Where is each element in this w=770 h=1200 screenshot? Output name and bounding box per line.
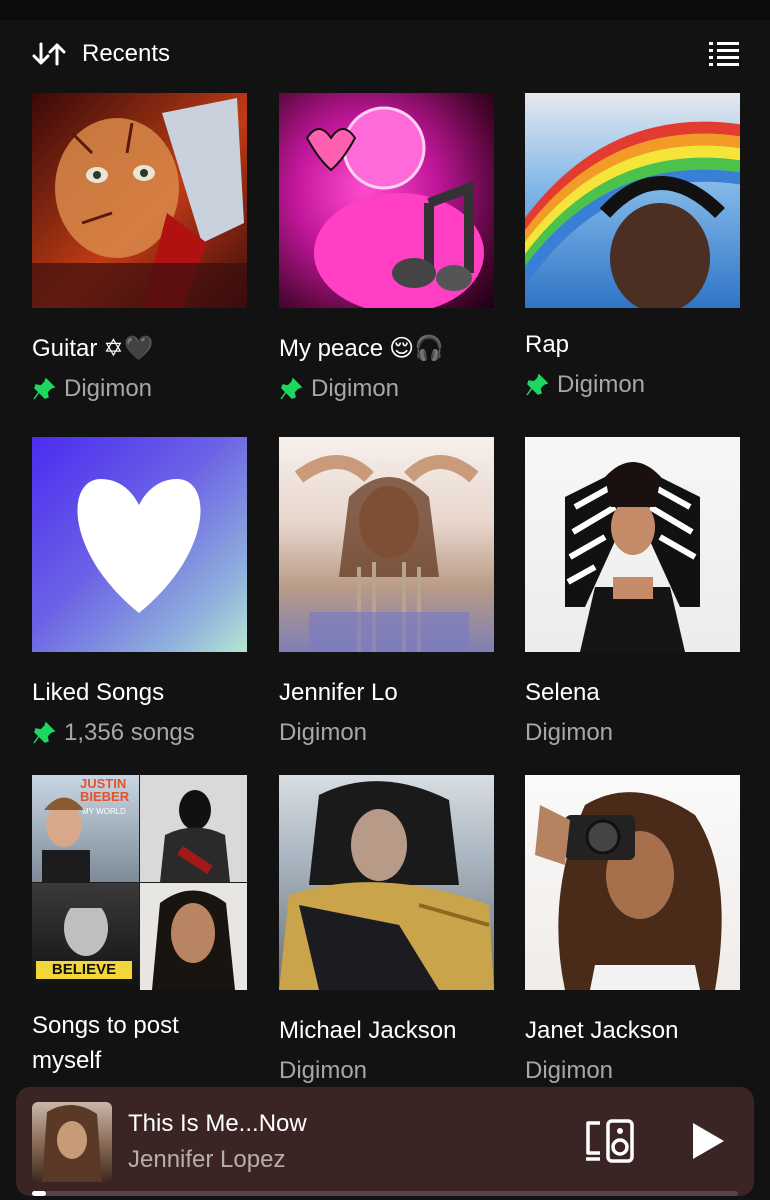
playlist-tile-rap[interactable]: Rap Digimon — [525, 93, 740, 402]
title-emoji: 😌🎧 — [389, 335, 444, 362]
playlist-title: Jennifer Lo — [279, 676, 494, 710]
playlist-title: Guitar ✡🖤 — [32, 332, 247, 366]
playlist-tile-janet-jackson[interactable]: Janet Jackson Digimon — [525, 775, 740, 1088]
now-playing-cover — [32, 1101, 112, 1182]
playlist-title-text: Liked Songs — [32, 679, 165, 706]
playlist-title: Selena — [525, 676, 740, 710]
playlist-tile-michael-jackson[interactable]: Michael Jackson Digimon — [279, 775, 494, 1088]
playlist-owner: Digimon — [311, 375, 400, 402]
playlist-cover — [32, 93, 247, 308]
playlist-cover — [32, 437, 247, 652]
playlist-tile-jennifer-lo[interactable]: Jennifer Lo Digimon — [279, 437, 494, 750]
playlist-owner: Digimon — [525, 719, 614, 746]
now-playing-bar[interactable]: This Is Me...Now Jennifer Lopez — [16, 1087, 754, 1196]
playlist-owner: Digimon — [64, 375, 153, 402]
song-count: 1,356 songs — [64, 719, 195, 746]
playlist-cover — [279, 93, 494, 308]
mosaic-cell — [140, 775, 247, 882]
playback-progress[interactable] — [32, 1191, 738, 1196]
track-title: This Is Me...Now — [128, 1109, 307, 1137]
playlist-subtitle: Digimon — [525, 1054, 740, 1088]
playlist-subtitle: Digimon — [279, 1054, 494, 1088]
now-playing-info: This Is Me...Now Jennifer Lopez — [128, 1108, 307, 1176]
pin-icon — [33, 377, 56, 400]
connect-device-icon[interactable] — [584, 1117, 636, 1165]
heart-icon — [77, 479, 201, 613]
playlist-cover — [525, 775, 740, 990]
playlist-title-text: Janet Jackson — [525, 1017, 679, 1044]
playlist-tile-liked-songs[interactable]: Liked Songs 1,356 songs — [32, 437, 247, 750]
playlist-cover-mosaic: JUSTIN BIEBER MY WORLD BELIEVE — [32, 775, 247, 990]
playlist-title: Liked Songs — [32, 676, 247, 710]
playlist-title-text: My peace — [279, 335, 384, 362]
mosaic-cell: BELIEVE — [32, 883, 139, 990]
playlist-title-text: Michael Jackson — [279, 1017, 457, 1044]
playlist-subtitle: 1,356 songs — [32, 716, 247, 750]
playlist-title-text: Songs to post myself — [32, 1012, 179, 1074]
pin-icon — [33, 721, 56, 744]
playlist-subtitle: Digimon — [525, 716, 740, 750]
play-icon[interactable] — [690, 1121, 726, 1161]
playlist-title: Rap — [525, 328, 740, 362]
title-emoji: ✡🖤 — [103, 335, 154, 362]
playlist-title: Janet Jackson — [525, 1014, 740, 1048]
playlist-owner: Digimon — [557, 371, 646, 398]
mosaic-cell: JUSTIN BIEBER MY WORLD — [32, 775, 139, 882]
playlist-tile-selena[interactable]: Selena Digimon — [525, 437, 740, 750]
playlist-cover — [525, 93, 740, 308]
playlist-title-text: Rap — [525, 331, 570, 358]
playlist-tile-my-peace[interactable]: My peace 😌🎧 Digimon — [279, 93, 494, 406]
playlist-tile-songs-to-post-myself[interactable]: JUSTIN BIEBER MY WORLD BELIEVE Songs to … — [32, 775, 247, 1078]
playlist-subtitle: Digimon — [32, 372, 247, 406]
playlist-title-text: Jennifer Lo — [279, 679, 398, 706]
playlist-cover — [279, 437, 494, 652]
playlist-subtitle: Digimon — [279, 716, 494, 750]
pin-icon — [526, 373, 549, 396]
library-grid: Guitar ✡🖤 Digimon My peace 😌🎧 Digimon Ra… — [0, 0, 770, 1200]
playlist-title: My peace 😌🎧 — [279, 332, 494, 366]
progress-fill — [32, 1191, 47, 1196]
playlist-owner: Digimon — [525, 1057, 614, 1084]
playlist-subtitle: Digimon — [525, 368, 740, 402]
playlist-title: Michael Jackson — [279, 1014, 494, 1048]
playlist-title: Songs to post myself — [32, 1008, 247, 1078]
mosaic-cover-text: BELIEVE — [36, 961, 132, 979]
pin-icon — [280, 377, 303, 400]
playlist-cover — [279, 775, 494, 990]
playlist-title-text: Selena — [525, 679, 600, 706]
playlist-title-text: Guitar — [32, 335, 98, 362]
playlist-owner: Digimon — [279, 719, 368, 746]
track-artist: Jennifer Lopez — [128, 1145, 286, 1173]
playlist-cover — [525, 437, 740, 652]
playlist-owner: Digimon — [279, 1057, 368, 1084]
playlist-tile-guitar[interactable]: Guitar ✡🖤 Digimon — [32, 93, 247, 406]
mosaic-cell — [140, 883, 247, 990]
playlist-subtitle: Digimon — [279, 372, 494, 406]
